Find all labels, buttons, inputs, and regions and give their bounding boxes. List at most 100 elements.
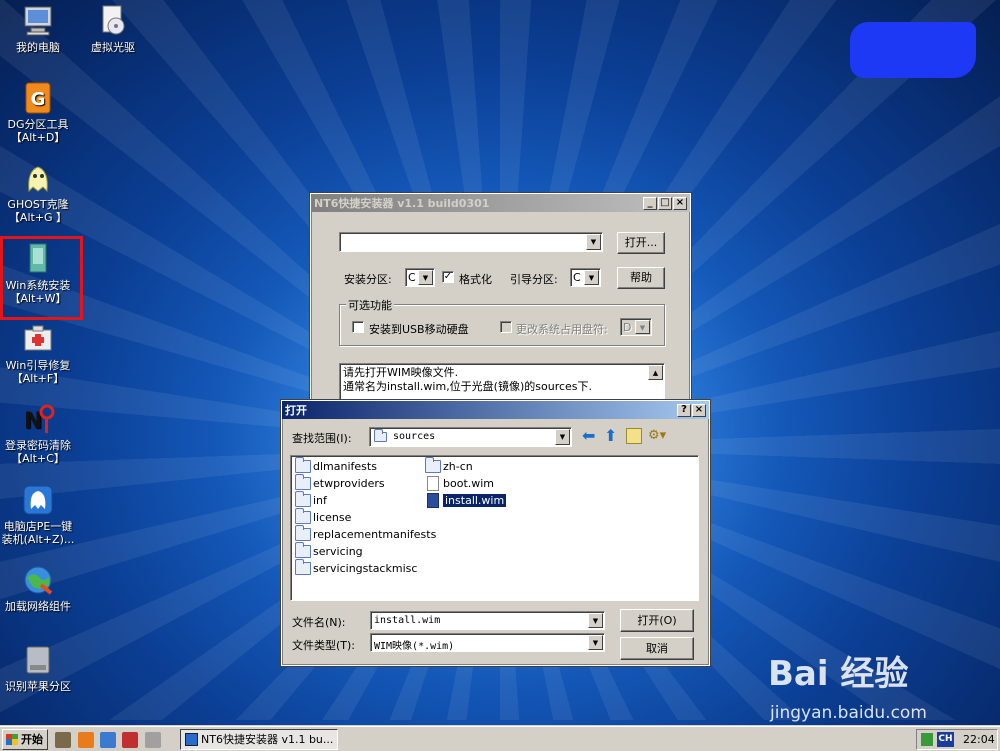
dialog-open-button[interactable]: 打开(O)	[620, 609, 694, 632]
list-item[interactable]: replacementmanifests	[295, 525, 436, 541]
minimize-button[interactable]: _	[643, 196, 657, 210]
clock: 22:04	[963, 733, 995, 746]
close-button[interactable]: ×	[692, 403, 706, 417]
list-item[interactable]: inf	[295, 491, 327, 507]
folder-icon	[374, 429, 387, 442]
optional-features-label: 可选功能	[346, 297, 394, 313]
chevron-down-icon[interactable]: ▼	[586, 234, 601, 250]
desktop-icon-virtual-drive[interactable]: 虚拟光驱	[73, 4, 153, 54]
apple-partition-icon	[21, 643, 55, 677]
folder-icon	[295, 474, 311, 490]
app-icon	[185, 733, 198, 746]
filename-input[interactable]: install.wim ▼	[370, 611, 605, 630]
list-item[interactable]: boot.wim	[425, 476, 494, 491]
boot-partition-label: 引导分区:	[510, 273, 558, 286]
baidu-watermark-url: jingyan.baidu.com	[770, 703, 927, 723]
selection-highlight-box	[0, 236, 83, 320]
wim-file-icon	[427, 493, 439, 508]
up-folder-icon[interactable]: ⬆	[604, 428, 620, 444]
filetype-label: 文件类型(T):	[292, 639, 356, 652]
ime-indicator[interactable]: CH	[937, 732, 954, 747]
format-label: 格式化	[459, 273, 492, 286]
filename-label: 文件名(N):	[292, 616, 346, 629]
chevron-down-icon[interactable]: ▼	[635, 320, 650, 334]
pe-install-icon	[21, 483, 55, 517]
quicklaunch-eraser-icon[interactable]	[145, 732, 161, 748]
open-wim-button[interactable]: 打开...	[617, 232, 665, 254]
desktop-icon-pe-install[interactable]: 电脑店PE一键 装机(Alt+Z)...	[0, 483, 78, 546]
quicklaunch-tool-icon[interactable]	[55, 732, 71, 748]
help-icon[interactable]: ?	[677, 403, 691, 417]
open-dialog-titlebar: 打开 ? ×	[282, 401, 709, 419]
chevron-down-icon[interactable]: ▼	[584, 270, 599, 285]
desktop-icon-network[interactable]: 加载网络组件	[0, 563, 78, 613]
chevron-down-icon[interactable]: ▼	[555, 429, 570, 445]
quicklaunch-remote-icon[interactable]	[122, 732, 138, 748]
desktop-icon-my-computer[interactable]: 我的电脑	[0, 4, 78, 54]
folder-icon	[295, 508, 311, 524]
chevron-down-icon[interactable]: ▼	[588, 613, 603, 628]
help-button[interactable]: 帮助	[617, 267, 665, 289]
list-item[interactable]: servicing	[295, 542, 363, 558]
scroll-up-icon[interactable]: ▲	[648, 365, 663, 380]
list-item[interactable]: dlmanifests	[295, 457, 377, 473]
list-item[interactable]: zh-cn	[425, 457, 473, 473]
change-letter-select[interactable]: D ▼	[620, 318, 652, 336]
password-clear-icon: N	[21, 402, 55, 436]
desktop-icon-ghost[interactable]: GHOST克隆 【Alt+G 】	[0, 161, 78, 224]
virtual-drive-icon	[96, 4, 130, 38]
desktop-icon-password-clear[interactable]: N 登录密码清除 【Alt+C】	[0, 402, 78, 465]
wim-path-combo[interactable]: ▼	[339, 232, 603, 252]
installer-title: NT6快捷安装器 v1.1 build0301	[314, 197, 490, 210]
optional-features-group: 可选功能 安装到USB移动硬盘 更改系统占用盘符: D ▼	[339, 297, 665, 346]
chevron-down-icon[interactable]: ▼	[588, 635, 603, 650]
quicklaunch-explorer-icon[interactable]	[100, 732, 116, 748]
folder-icon	[295, 491, 311, 507]
quicklaunch-partition-icon[interactable]	[78, 732, 94, 748]
tray-app-icon[interactable]	[921, 733, 933, 746]
file-list[interactable]: dlmanifests etwproviders inf license rep…	[290, 455, 699, 601]
baidu-watermark-logo: Bai 经验	[768, 654, 909, 694]
system-tray: CH 22:04	[916, 729, 998, 750]
network-icon	[21, 563, 55, 597]
format-checkbox[interactable]: ✓	[442, 271, 454, 283]
folder-icon	[295, 457, 311, 473]
list-item[interactable]: etwproviders	[295, 474, 385, 490]
installer-window: NT6快捷安装器 v1.1 build0301 _ □ × ▼ 打开... 安装…	[309, 192, 692, 406]
computer-icon	[21, 4, 55, 38]
lookin-combo[interactable]: sources ▼	[369, 427, 572, 447]
boot-repair-icon	[21, 322, 55, 356]
svg-text:G: G	[31, 89, 46, 110]
desktop-icon-boot-repair[interactable]: Win引导修复 【Alt+F】	[0, 322, 78, 385]
info-textbox[interactable]: 请先打开WIM映像文件. 通常名为install.wim,位于光盘(镜像)的so…	[339, 363, 665, 403]
desktop-icon-apple-partition[interactable]: 识别苹果分区	[0, 643, 78, 693]
view-menu-icon[interactable]: ⚙▾	[648, 428, 674, 444]
desktop-icon-dg-partition[interactable]: G DG分区工具 【Alt+D】	[0, 81, 78, 144]
taskbar: 开始 NT6快捷安装器 v1.1 bu... CH 22:04	[0, 726, 1000, 751]
open-dialog: 打开 ? × 查找范围(I): sources ▼ ⬅ ⬆ ⚙▾ dlmanif…	[280, 399, 711, 667]
back-arrow-icon[interactable]: ⬅	[582, 428, 598, 444]
taskbar-task-installer[interactable]: NT6快捷安装器 v1.1 bu...	[180, 729, 338, 750]
change-letter-label: 更改系统占用盘符:	[516, 323, 608, 336]
open-dialog-title: 打开	[285, 404, 307, 417]
folder-icon	[295, 525, 311, 541]
usb-install-checkbox[interactable]	[352, 321, 364, 333]
install-partition-select[interactable]: C ▼	[405, 268, 435, 287]
close-button[interactable]: ×	[673, 196, 687, 210]
list-item-selected[interactable]: install.wim	[425, 493, 507, 508]
maximize-button[interactable]: □	[658, 196, 672, 210]
ghost-icon	[21, 161, 55, 195]
boot-partition-select[interactable]: C ▼	[570, 268, 601, 287]
dialog-cancel-button[interactable]: 取消	[620, 637, 694, 660]
filetype-select[interactable]: WIM映像(*.wim) ▼	[370, 633, 605, 652]
info-line-2: 通常名为install.wim,位于光盘(镜像)的sources下.	[343, 380, 593, 393]
folder-icon	[295, 542, 311, 558]
file-icon	[427, 476, 439, 491]
chevron-down-icon[interactable]: ▼	[418, 270, 433, 285]
start-button[interactable]: 开始	[2, 729, 48, 750]
list-item[interactable]: servicingstackmisc	[295, 559, 417, 575]
change-letter-checkbox[interactable]	[500, 321, 512, 333]
new-folder-icon[interactable]	[626, 428, 642, 444]
diskgenius-icon: G	[21, 81, 55, 115]
list-item[interactable]: license	[295, 508, 351, 524]
